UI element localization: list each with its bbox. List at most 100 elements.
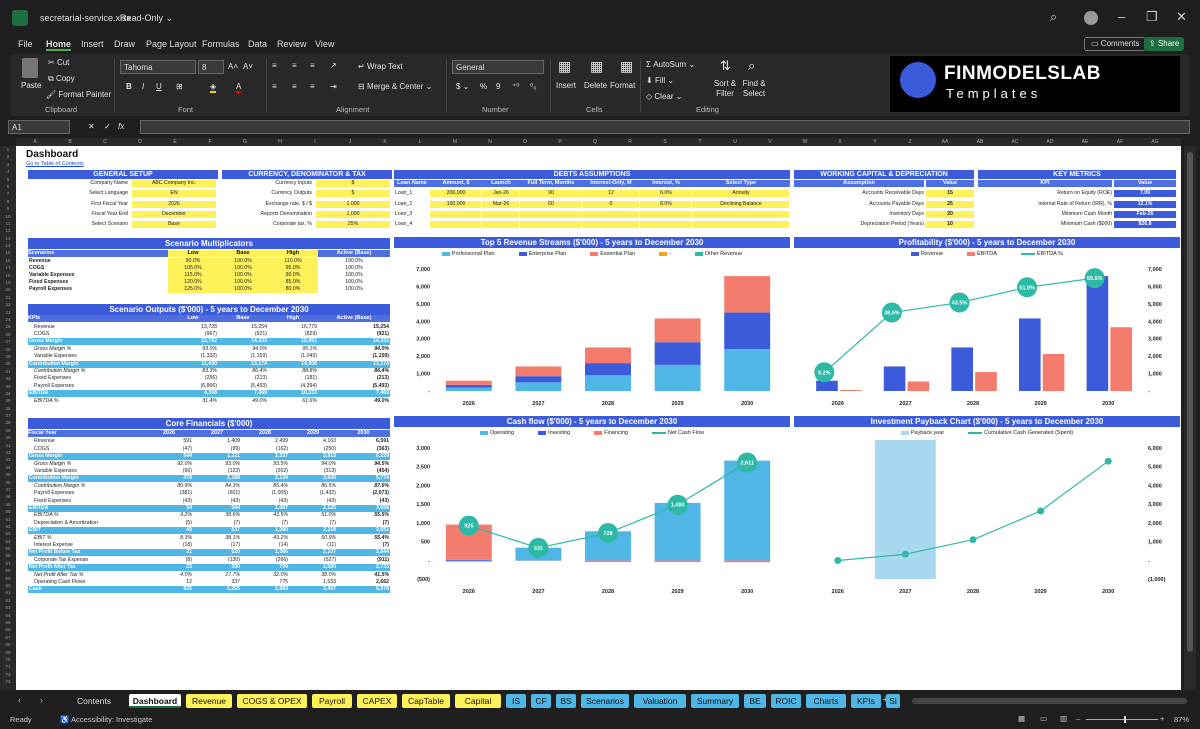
formula-input[interactable] (140, 120, 1190, 134)
indent-icon[interactable]: ⇥ (330, 82, 337, 91)
sheet-grid[interactable]: Dashboard Go to Table of Contents GENERA… (16, 146, 1181, 690)
column-header[interactable]: M (440, 138, 470, 146)
menu-formulas[interactable]: Formulas (202, 39, 240, 49)
row-header[interactable]: 46 (0, 479, 16, 486)
row-header[interactable]: 26 (0, 331, 16, 338)
row-header[interactable]: 32 (0, 375, 16, 382)
align-right-icon[interactable]: ≡ (310, 82, 315, 91)
merge-center-button[interactable]: ⊟ Merge & Center ⌄ (358, 82, 432, 91)
row-header[interactable]: 65 (0, 619, 16, 626)
column-header[interactable]: L (405, 138, 435, 146)
comments-button[interactable]: ▭ Comments (1084, 37, 1147, 51)
row-header[interactable]: 22 (0, 301, 16, 308)
tab-is[interactable]: IS (506, 694, 526, 708)
row-header[interactable]: 8 (0, 198, 16, 205)
row-header[interactable]: 51 (0, 516, 16, 523)
row-header[interactable]: 57 (0, 560, 16, 567)
row-header[interactable]: 30 (0, 360, 16, 367)
row-header[interactable]: 35 (0, 397, 16, 404)
italic-icon[interactable]: I (142, 82, 144, 91)
shrink-font-icon[interactable]: A˅ (243, 62, 253, 71)
row-header[interactable]: 55 (0, 545, 16, 552)
vertical-scrollbar[interactable] (1184, 146, 1196, 690)
sort-filter-icon[interactable]: ⇅ (720, 58, 731, 74)
tab-cogs-opex[interactable]: COGS & OPEX (237, 694, 307, 708)
column-header[interactable]: D (125, 138, 155, 146)
underline-icon[interactable]: U (156, 82, 162, 91)
row-header[interactable]: 16 (0, 257, 16, 264)
row-header[interactable]: 68 (0, 641, 16, 648)
column-header[interactable]: Q (580, 138, 610, 146)
more-sheets-icon[interactable]: ⋯ (866, 695, 875, 706)
align-left-icon[interactable]: ≡ (272, 82, 277, 91)
column-header[interactable]: C (90, 138, 120, 146)
tab-valuation[interactable]: Valuation (634, 694, 686, 708)
prev-sheet-icon[interactable]: ‹ (18, 695, 21, 705)
grow-font-icon[interactable]: A˄ (228, 62, 238, 71)
align-center-icon[interactable]: ≡ (292, 82, 297, 91)
row-header[interactable]: 9 (0, 205, 16, 212)
cut-button[interactable]: ✂ Cut (48, 58, 69, 67)
page-break-icon[interactable]: ▥ (1060, 714, 1067, 723)
column-header[interactable]: AC (1000, 138, 1030, 146)
row-header[interactable]: 39 (0, 427, 16, 434)
row-header[interactable]: 54 (0, 538, 16, 545)
align-bottom-icon[interactable]: ≡ (310, 61, 315, 70)
row-header[interactable]: 34 (0, 390, 16, 397)
wrap-text-button[interactable]: ↵ Wrap Text (358, 62, 403, 71)
column-header[interactable]: AB (965, 138, 995, 146)
row-header[interactable]: 23 (0, 309, 16, 316)
accessibility-status[interactable]: ♿ Accessibility: Investigate (60, 715, 152, 724)
column-header[interactable]: B (55, 138, 85, 146)
zoom-out-icon[interactable]: – (1076, 714, 1080, 723)
normal-view-icon[interactable]: ▦ (1018, 714, 1025, 723)
align-middle-icon[interactable]: ≡ (292, 61, 297, 70)
number-format-select[interactable]: General (452, 60, 544, 74)
tab-roic[interactable]: ROIC (771, 694, 801, 708)
row-header[interactable]: 10 (0, 213, 16, 220)
column-header[interactable]: AF (1105, 138, 1135, 146)
column-header[interactable]: K (370, 138, 400, 146)
insert-cells-button[interactable]: Insert (556, 81, 576, 90)
column-header[interactable]: O (510, 138, 540, 146)
column-header[interactable]: A (20, 138, 50, 146)
row-header[interactable]: 71 (0, 663, 16, 670)
row-header[interactable]: 7 (0, 190, 16, 197)
row-header[interactable]: 70 (0, 656, 16, 663)
tab-revenue[interactable]: Revenue (186, 694, 232, 708)
row-header[interactable]: 40 (0, 434, 16, 441)
tab-charts[interactable]: Charts (806, 694, 846, 708)
row-header[interactable]: 69 (0, 649, 16, 656)
row-header[interactable]: 21 (0, 294, 16, 301)
search-icon[interactable]: ⌕ (1050, 9, 1057, 25)
tab-scenarios[interactable]: Scenarios (581, 694, 629, 708)
row-header[interactable]: 20 (0, 286, 16, 293)
menu-home[interactable]: Home (46, 39, 72, 51)
row-header[interactable]: 5 (0, 176, 16, 183)
zoom-thumb[interactable] (1124, 716, 1126, 723)
currency-icon[interactable]: $ ⌄ (456, 82, 469, 91)
row-header[interactable]: 18 (0, 272, 16, 279)
row-header[interactable]: 49 (0, 501, 16, 508)
page-layout-icon[interactable]: ▭ (1040, 714, 1047, 723)
column-header[interactable]: AD (1035, 138, 1065, 146)
row-header[interactable]: 47 (0, 486, 16, 493)
column-header[interactable]: G (230, 138, 260, 146)
row-header[interactable]: 73 (0, 678, 16, 685)
row-header[interactable]: 53 (0, 530, 16, 537)
tab-captable[interactable]: CapTable (402, 694, 450, 708)
column-header[interactable]: AE (1070, 138, 1100, 146)
avatar[interactable] (1084, 11, 1098, 25)
row-header[interactable]: 63 (0, 604, 16, 611)
column-header[interactable]: I (300, 138, 330, 146)
column-header[interactable]: H (265, 138, 295, 146)
horizontal-scrollbar[interactable] (912, 698, 1187, 704)
column-header[interactable]: AA (930, 138, 960, 146)
orientation-icon[interactable]: ↗ (330, 61, 337, 70)
row-header[interactable]: 66 (0, 626, 16, 633)
next-sheet-icon[interactable]: › (40, 695, 43, 705)
column-header[interactable]: N (475, 138, 505, 146)
tab-dashboard[interactable]: Dashboard (129, 694, 181, 708)
minimize-icon[interactable]: – (1118, 9, 1125, 24)
row-header[interactable]: 67 (0, 634, 16, 641)
